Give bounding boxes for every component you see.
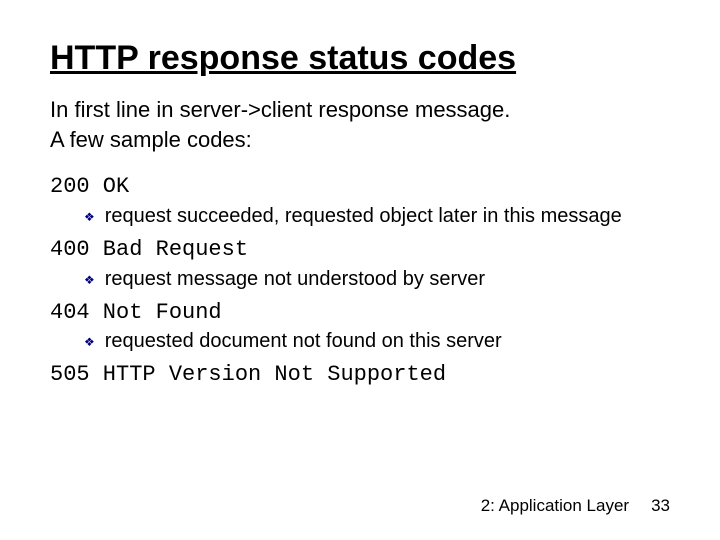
intro-line-1: In first line in server->client response… (50, 95, 670, 125)
status-code: 404 Not Found (50, 297, 670, 329)
status-desc: requested document not found on this ser… (105, 328, 502, 355)
status-desc-row: ❖ requested document not found on this s… (84, 328, 670, 355)
diamond-bullet-icon: ❖ (84, 334, 95, 350)
diamond-bullet-icon: ❖ (84, 272, 95, 288)
intro-block: In first line in server->client response… (50, 95, 670, 154)
status-desc-row: ❖ request message not understood by serv… (84, 266, 670, 293)
slide-title: HTTP response status codes (50, 40, 670, 77)
status-code: 505 HTTP Version Not Supported (50, 359, 670, 391)
status-desc: request succeeded, requested object late… (105, 203, 622, 230)
slide: HTTP response status codes In first line… (0, 0, 720, 540)
status-desc: request message not understood by server (105, 266, 485, 293)
footer-chapter: 2: Application Layer (481, 496, 629, 516)
footer-page-number: 33 (651, 496, 670, 516)
diamond-bullet-icon: ❖ (84, 209, 95, 225)
status-desc-row: ❖ request succeeded, requested object la… (84, 203, 670, 230)
status-code: 200 OK (50, 171, 670, 203)
codes-list: 200 OK ❖ request succeeded, requested ob… (50, 171, 670, 392)
intro-line-2: A few sample codes: (50, 125, 670, 155)
status-code: 400 Bad Request (50, 234, 670, 266)
slide-footer: 2: Application Layer 33 (481, 496, 670, 516)
